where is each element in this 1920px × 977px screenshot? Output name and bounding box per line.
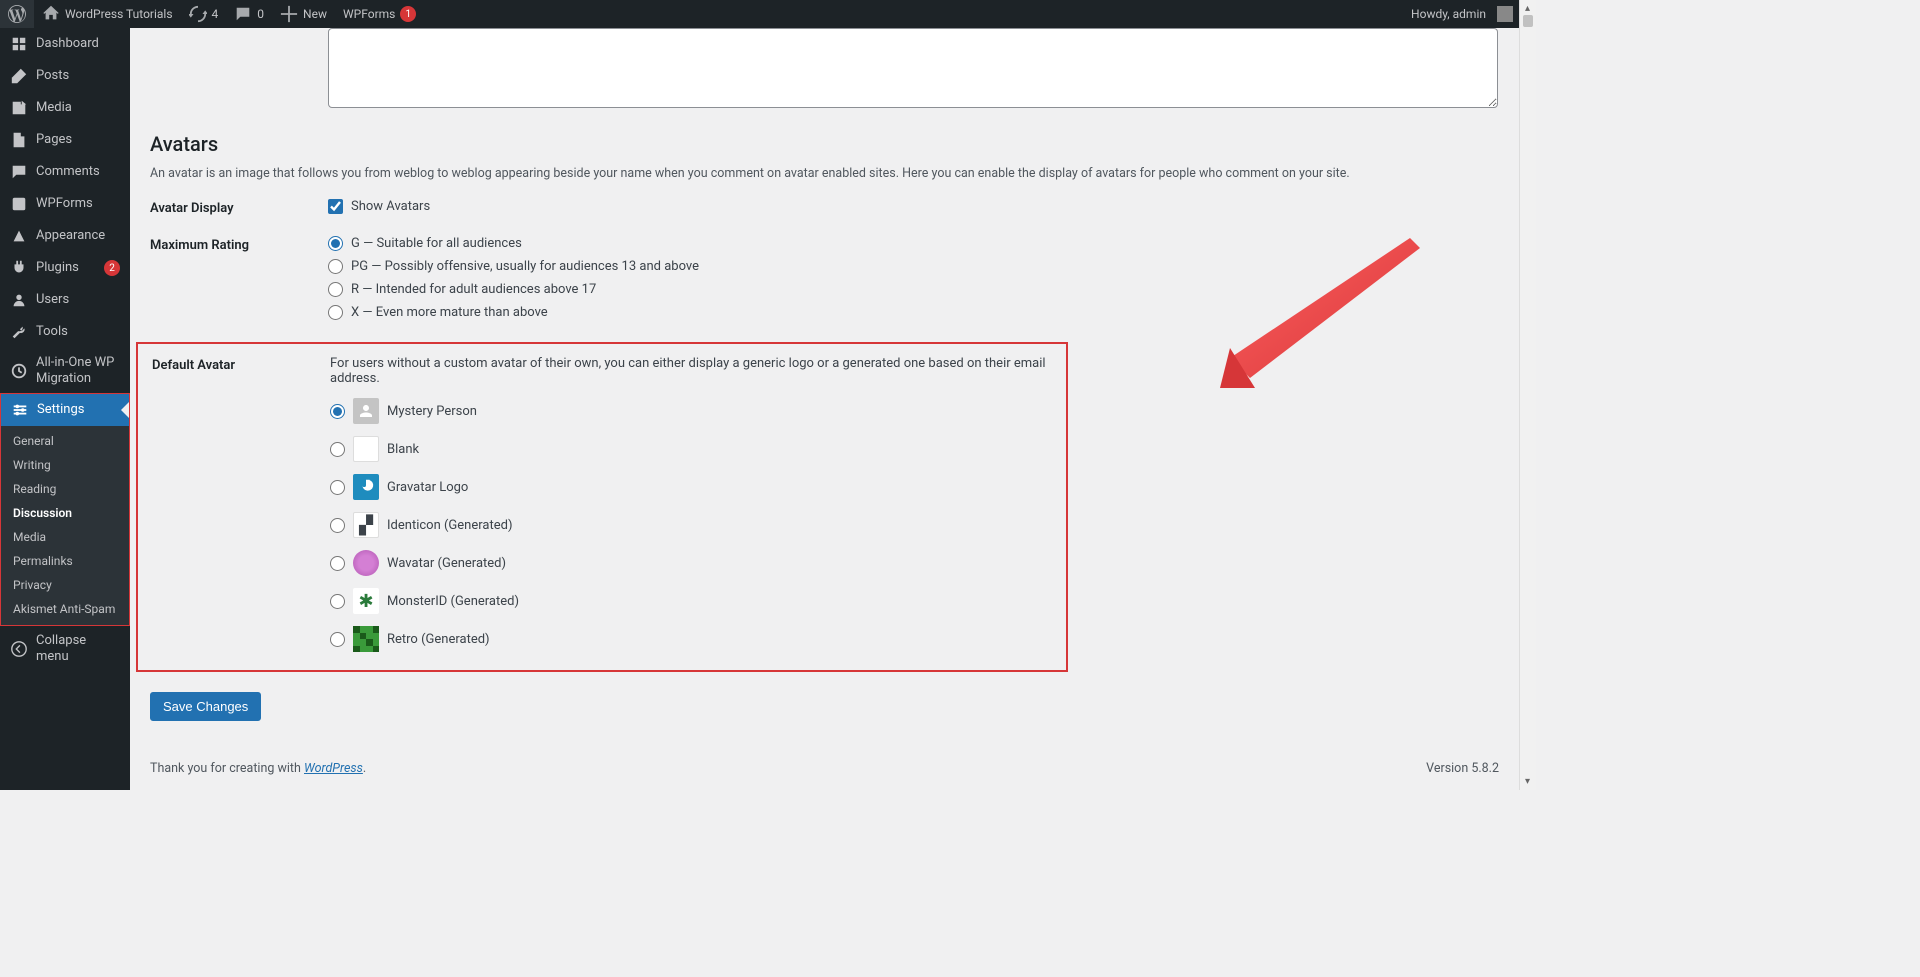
wavatar-icon [353,550,379,576]
avatar-retro[interactable]: Retro (Generated) [330,626,1054,652]
sidebar-item-media[interactable]: Media [0,92,130,124]
rating-g[interactable]: G — Suitable for all audiences [328,236,1499,251]
submenu-writing[interactable]: Writing [1,453,129,477]
default-avatar-desc: For users without a custom avatar of the… [330,356,1054,386]
submenu-privacy[interactable]: Privacy [1,573,129,597]
updates-count: 4 [212,7,219,21]
footer-version: Version 5.8.2 [1426,761,1499,776]
scroll-thumb[interactable] [1523,15,1533,27]
wpforms-badge: 1 [400,6,416,22]
wpforms-label: WPForms [343,7,395,21]
settings-submenu: General Writing Reading Discussion Media… [0,425,130,626]
footer-thanks: Thank you for creating with WordPress. [150,761,366,776]
max-rating-label: Maximum Rating [150,236,328,253]
sidebar-item-users[interactable]: Users [0,284,130,316]
avatar-wavatar[interactable]: Wavatar (Generated) [330,550,1054,576]
sidebar-item-pages[interactable]: Pages [0,124,130,156]
site-home-link[interactable]: WordPress Tutorials [34,0,181,28]
mystery-icon [353,398,379,424]
scroll-up-arrow[interactable]: ▴ [1520,1,1535,16]
sidebar-item-appearance[interactable]: Appearance [0,220,130,252]
show-avatars-option[interactable]: Show Avatars [328,199,1499,214]
default-avatar-highlight: Default Avatar For users without a custo… [136,342,1068,672]
page-scrollbar[interactable]: ▴ ▾ [1519,0,1536,790]
submenu-discussion[interactable]: Discussion [1,501,129,525]
blank-icon [353,436,379,462]
admin-sidebar: Dashboard Posts Media Pages Comments WPF… [0,28,130,790]
sidebar-item-comments[interactable]: Comments [0,156,130,188]
identicon-icon: ▞ [353,512,379,538]
comments-count: 0 [257,7,264,21]
footer: Thank you for creating with WordPress. V… [150,761,1499,790]
rating-r[interactable]: R — Intended for adult audiences above 1… [328,282,1499,297]
avatar-display-label: Avatar Display [150,199,328,216]
rating-pg[interactable]: PG — Possibly offensive, usually for aud… [328,259,1499,274]
wordpress-link[interactable]: WordPress [304,761,363,776]
avatar-blank[interactable]: Blank [330,436,1054,462]
sidebar-item-allinone[interactable]: All-in-One WP Migration [0,348,130,393]
site-name: WordPress Tutorials [65,7,173,21]
submenu-permalinks[interactable]: Permalinks [1,549,129,573]
avatars-desc: An avatar is an image that follows you f… [150,166,1499,181]
submenu-media[interactable]: Media [1,525,129,549]
avatar [1497,6,1513,22]
submenu-reading[interactable]: Reading [1,477,129,501]
wp-logo[interactable] [0,0,34,28]
collapse-menu[interactable]: Collapse menu [0,626,130,671]
updates-link[interactable]: 4 [181,0,227,28]
avatar-identicon[interactable]: ▞Identicon (Generated) [330,512,1054,538]
new-label: New [303,7,327,21]
save-button[interactable]: Save Changes [150,692,261,721]
keys-textarea[interactable] [328,28,1498,108]
default-avatar-label: Default Avatar [152,356,330,373]
new-content-link[interactable]: New [272,0,335,28]
plugins-badge: 2 [104,260,120,276]
avatar-monster[interactable]: ✱MonsterID (Generated) [330,588,1054,614]
sidebar-item-tools[interactable]: Tools [0,316,130,348]
submenu-general[interactable]: General [1,429,129,453]
comments-link[interactable]: 0 [226,0,272,28]
avatar-mystery[interactable]: Mystery Person [330,398,1054,424]
content-area: Avatars An avatar is an image that follo… [130,28,1519,790]
avatars-heading: Avatars [150,132,1499,156]
retro-icon [353,626,379,652]
submenu-akismet[interactable]: Akismet Anti-Spam [1,597,129,621]
avatar-gravatar[interactable]: Gravatar Logo [330,474,1054,500]
rating-x[interactable]: X — Even more mature than above [328,305,1499,320]
sidebar-item-plugins[interactable]: Plugins2 [0,252,130,284]
sidebar-item-dashboard[interactable]: Dashboard [0,28,130,60]
gravatar-icon [353,474,379,500]
account-link[interactable]: Howdy, admin [1403,0,1519,28]
sidebar-item-posts[interactable]: Posts [0,60,130,92]
monster-icon: ✱ [353,588,379,614]
howdy-text: Howdy, admin [1411,7,1486,21]
sidebar-item-wpforms[interactable]: WPForms [0,188,130,220]
sidebar-item-settings[interactable]: Settings [0,393,130,426]
scroll-down-arrow[interactable]: ▾ [1520,774,1535,789]
show-avatars-checkbox[interactable] [328,199,343,214]
wpforms-toolbar-link[interactable]: WPForms 1 [335,0,424,28]
admin-toolbar: WordPress Tutorials 4 0 New WPForms 1 Ho… [0,0,1519,28]
